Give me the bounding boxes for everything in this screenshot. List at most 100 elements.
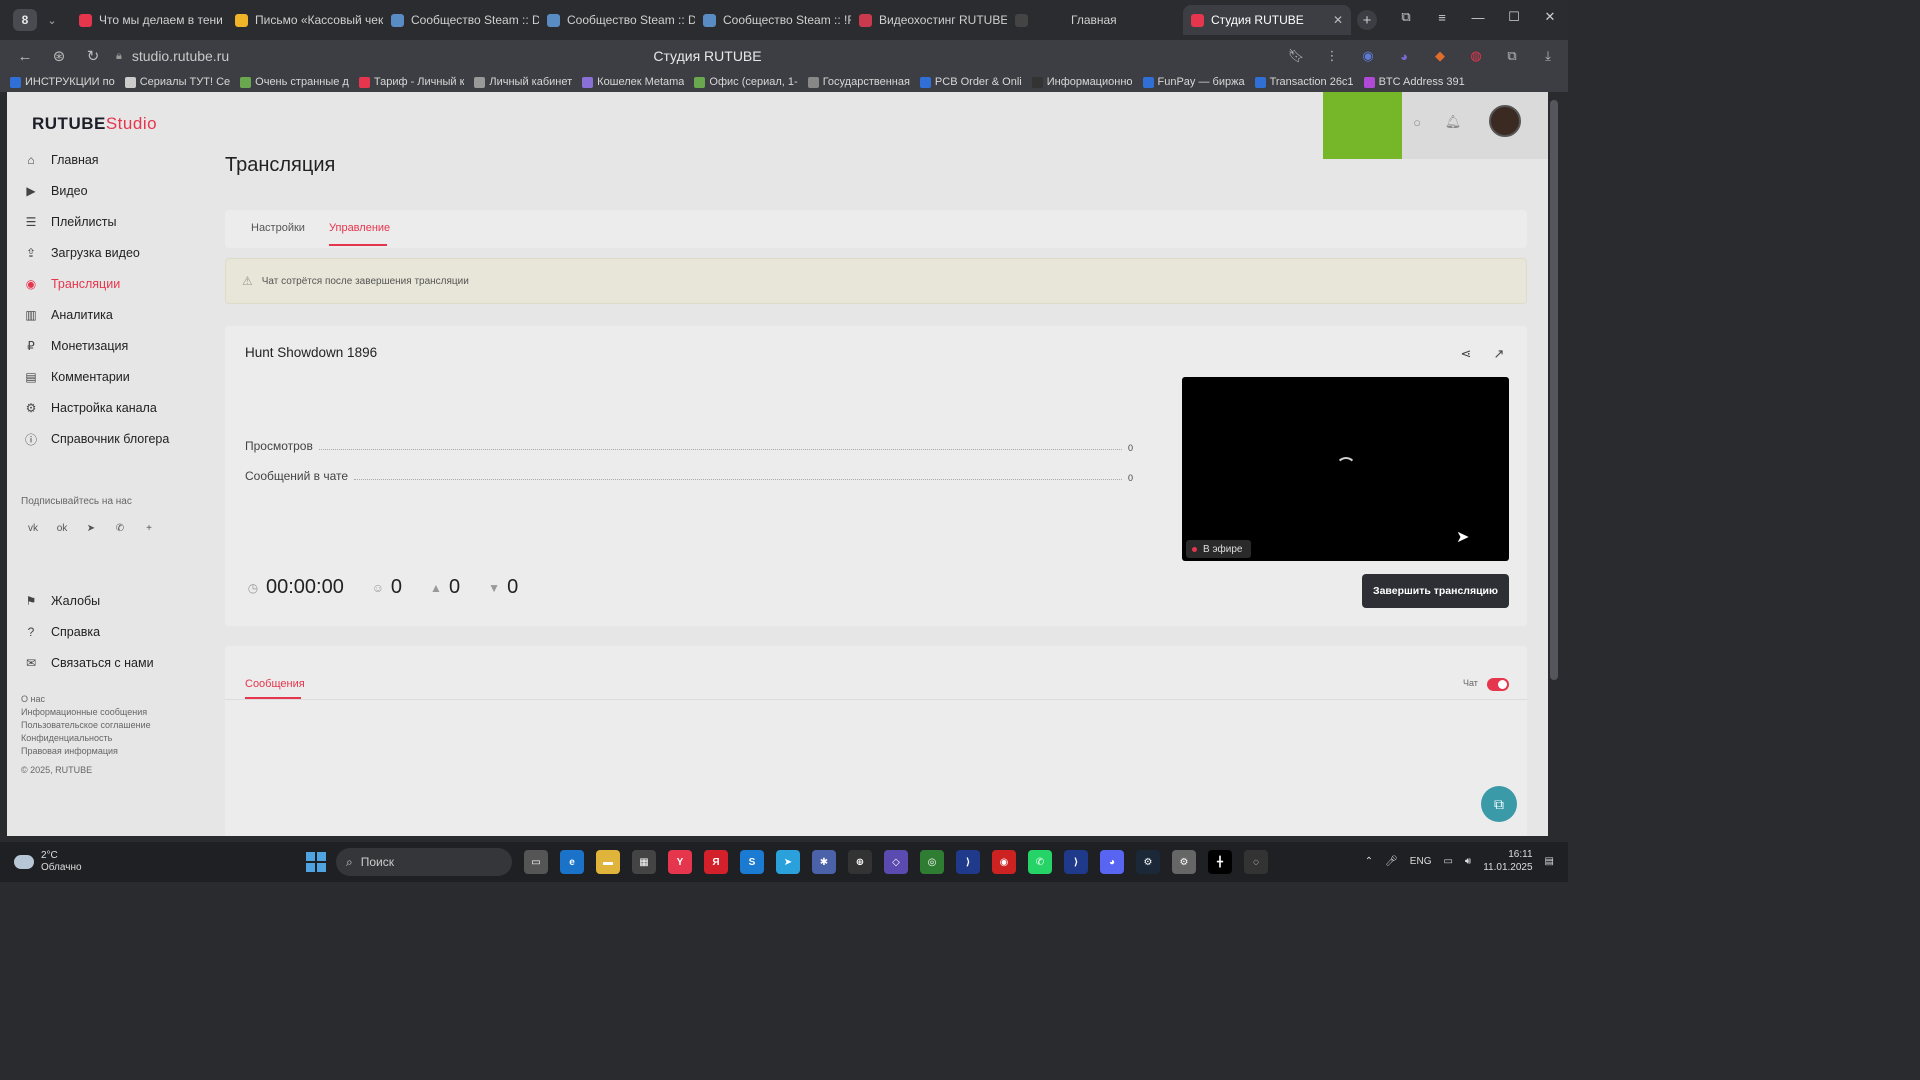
notification-icon[interactable]: ▤	[1545, 856, 1554, 867]
bookmark-item[interactable]: Государственная	[807, 76, 910, 88]
bookmark-item[interactable]: Личный кабинет	[474, 76, 572, 88]
settings-app-icon[interactable]: ✱	[812, 850, 836, 874]
url-field[interactable]: studio.rutube.ru	[132, 48, 229, 64]
steam-icon[interactable]: ⚙	[1136, 850, 1160, 874]
reload-button[interactable]: ↻	[76, 47, 110, 65]
share-icon[interactable]: ⋖	[1458, 346, 1474, 362]
browser-tab[interactable]: Главная	[1043, 5, 1183, 35]
yandex-icon[interactable]: Я	[704, 850, 728, 874]
extension-icon[interactable]: ◕	[1394, 46, 1414, 66]
help-icon[interactable]: ○	[1407, 112, 1427, 132]
sidebar-item[interactable]: ₽ Монетизация	[23, 334, 128, 358]
browser-tab[interactable]: Сообщество Steam :: Dy	[383, 5, 539, 35]
menu-icon[interactable]: ≡	[1424, 0, 1460, 34]
stream-preview[interactable]: В эфире ➤	[1182, 377, 1509, 561]
app-icon[interactable]: ◌	[1244, 850, 1268, 874]
browser-tab[interactable]: Студия RUTUBE ✕	[1183, 5, 1351, 35]
bell-icon[interactable]: 🔔︎	[1443, 112, 1463, 132]
bookmark-item[interactable]: Информационно	[1031, 76, 1133, 88]
extension-icon[interactable]: ◍	[1466, 46, 1486, 66]
whatsapp-icon[interactable]: ✆	[1028, 850, 1052, 874]
sidebar-item[interactable]: ▶ Видео	[23, 179, 87, 203]
bookmark-item[interactable]: Тариф - Личный к	[358, 76, 464, 88]
footer-link[interactable]: Информационные сообщения	[21, 706, 151, 719]
chevron-up-icon[interactable]: ⌃	[1365, 856, 1373, 867]
sidebar-item[interactable]: ⚙ Настройка канала	[23, 396, 157, 420]
sidebar-item[interactable]: ⚑ Жалобы	[23, 589, 101, 613]
bookmark-item[interactable]: ИНСТРУКЦИИ по	[10, 76, 115, 88]
vscode-icon[interactable]: ⟩	[1064, 850, 1088, 874]
taskbar-search[interactable]: ⌕ Поиск	[336, 848, 512, 876]
extension-icon[interactable]: ◆	[1430, 46, 1450, 66]
ok-icon[interactable]: ok	[54, 520, 70, 536]
explorer-icon[interactable]: ▬	[596, 850, 620, 874]
tab-settings[interactable]: Настройки	[251, 222, 305, 234]
tab-messages[interactable]: Сообщения	[245, 678, 305, 690]
skype-icon[interactable]: S	[740, 850, 764, 874]
telegram-icon[interactable]: ➤	[776, 850, 800, 874]
external-link-icon[interactable]: ↗	[1491, 346, 1507, 362]
network-icon[interactable]: ▭	[1443, 856, 1452, 867]
edge-icon[interactable]: e	[560, 850, 584, 874]
browser-tab[interactable]: Сообщество Steam :: !R	[695, 5, 851, 35]
clock[interactable]: 16:11 11.01.2025	[1483, 848, 1532, 874]
sidebar-item[interactable]: ⌂ Главная	[23, 148, 98, 172]
bookmark-item[interactable]: Очень странные д	[240, 76, 349, 88]
app-icon[interactable]: ◎	[920, 850, 944, 874]
browser-tab[interactable]: Письмо «Кассовый чек	[227, 5, 383, 35]
chat-toggle[interactable]	[1487, 678, 1509, 691]
yandex-browser-icon[interactable]: Y	[668, 850, 692, 874]
sidebar-item[interactable]: ◉ Трансляции	[23, 272, 120, 296]
app-icon[interactable]: ⊕	[848, 850, 872, 874]
close-icon[interactable]: ✕	[1323, 13, 1343, 27]
browser-tab[interactable]	[1007, 5, 1043, 35]
bookmark-item[interactable]: Офис (сериал, 1-	[694, 76, 798, 88]
app-icon[interactable]: ╋	[1208, 850, 1232, 874]
footer-link[interactable]: Пользовательское соглашение	[21, 719, 151, 732]
shield-icon[interactable]: ⊛	[42, 47, 76, 65]
telegram-icon[interactable]: ➤	[83, 520, 99, 536]
sidebar-item[interactable]: ▥ Аналитика	[23, 303, 113, 327]
footer-link[interactable]: О нас	[21, 693, 151, 706]
sidebar-toggle-icon[interactable]: ⧉	[1388, 0, 1424, 34]
windows-start-icon[interactable]	[306, 852, 326, 872]
logo[interactable]: RUTUBEStudio	[32, 114, 157, 134]
extensions-icon[interactable]: ⧉	[1502, 46, 1522, 66]
close-window-button[interactable]: ✕	[1532, 0, 1568, 34]
bookmark-item[interactable]: BTC Address 391	[1363, 76, 1465, 88]
chevron-down-icon[interactable]: ⌄	[41, 14, 63, 27]
app-icon[interactable]: ⚙	[1172, 850, 1196, 874]
store-icon[interactable]: ▦	[632, 850, 656, 874]
sidebar-item[interactable]: ? Справка	[23, 620, 100, 644]
more-icon[interactable]: ⋮	[1322, 46, 1342, 66]
tab-management[interactable]: Управление	[329, 222, 390, 234]
browser-tab[interactable]: Что мы делаем в тени 1	[71, 5, 227, 35]
extension-icon[interactable]: ◉	[1358, 46, 1378, 66]
task-view-icon[interactable]: ▭	[524, 850, 548, 874]
scrollbar-thumb[interactable]	[1550, 100, 1558, 680]
bookmark-item[interactable]: Transaction 26c1	[1254, 76, 1354, 88]
app-icon[interactable]: ◉	[992, 850, 1016, 874]
volume-icon[interactable]: 🔊︎	[1465, 856, 1471, 867]
back-button[interactable]: ←	[8, 48, 42, 65]
avatar[interactable]	[1489, 105, 1521, 137]
language-indicator[interactable]: ENG	[1410, 856, 1432, 867]
vk-icon[interactable]: vk	[25, 520, 41, 536]
vscode-icon[interactable]: ⟩	[956, 850, 980, 874]
sidebar-item[interactable]: ⓘ Справочник блогера	[23, 427, 169, 451]
app-icon[interactable]: ◇	[884, 850, 908, 874]
sidebar-item[interactable]: ▤ Комментарии	[23, 365, 129, 389]
browser-tab[interactable]: Видеохостинг RUTUBE	[851, 5, 1007, 35]
sidebar-item[interactable]: ✉ Связаться с нами	[23, 651, 154, 675]
bookmark-item[interactable]: PCB Order & Onli	[919, 76, 1022, 88]
sidebar-item[interactable]: ⇪ Загрузка видео	[23, 241, 140, 265]
discord-icon[interactable]: ◕	[1100, 850, 1124, 874]
footer-link[interactable]: Правовая информация	[21, 745, 151, 758]
download-icon[interactable]: ⤓	[1538, 46, 1558, 66]
viber-icon[interactable]: ✆	[112, 520, 128, 536]
new-tab-button[interactable]: +	[1357, 10, 1377, 30]
footer-link[interactable]: Конфиденциальность	[21, 732, 151, 745]
weather-widget[interactable]: 2°C Облачно	[14, 850, 82, 874]
more-icon[interactable]: +	[141, 520, 157, 536]
tab-count-badge[interactable]: 8	[13, 9, 37, 31]
